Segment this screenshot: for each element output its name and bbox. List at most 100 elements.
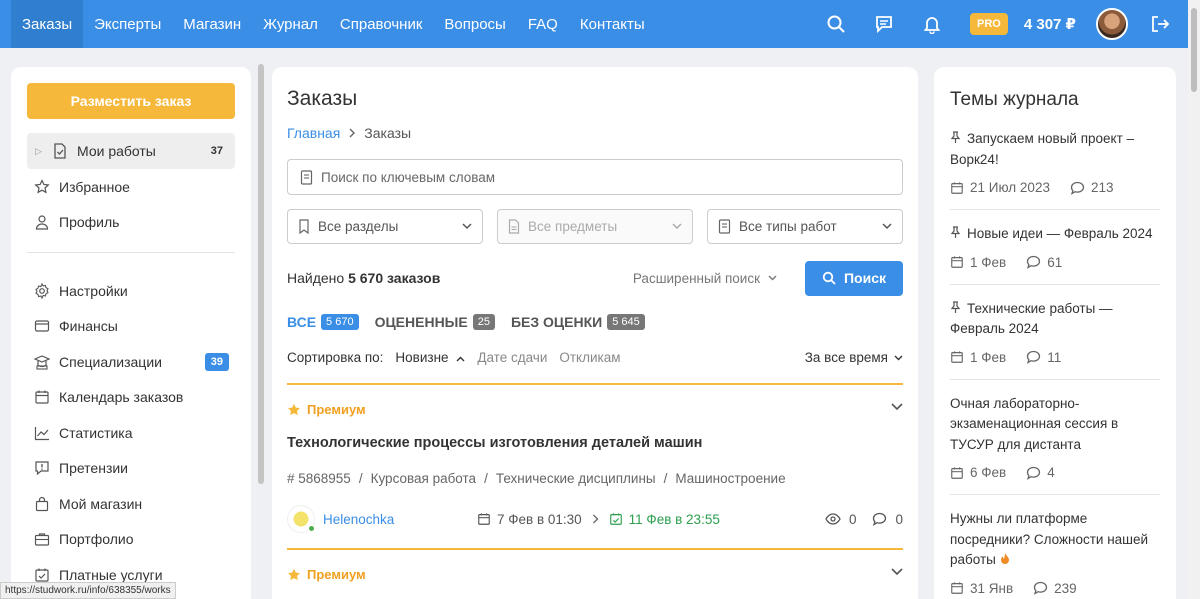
page-title: Заказы — [287, 87, 358, 110]
nav-contacts[interactable]: Контакты — [569, 0, 656, 48]
order-id: # 5868955 — [287, 471, 351, 486]
sidebar-item-calendar[interactable]: Календарь заказов — [27, 380, 235, 416]
pin-icon — [950, 300, 967, 316]
order-stats: 0 0 — [825, 512, 903, 527]
order-dates: 7 Фев в 01:30 11 Фев в 23:55 — [477, 512, 720, 527]
sidebar-item-statistics[interactable]: Статистика — [27, 415, 235, 451]
tab-rated[interactable]: ОЦЕНЕННЫЕ 25 — [375, 314, 495, 330]
sidebar-item-profile[interactable]: Профиль — [27, 205, 235, 241]
topic-comments: 4 — [1026, 465, 1055, 480]
subject-select[interactable]: Все предметы — [497, 209, 693, 244]
order-category: Технические дисциплины — [495, 471, 656, 486]
document-icon — [718, 219, 731, 234]
journal-topic[interactable]: Технические работы — Февраль 2024 1 Фев 11 — [950, 299, 1160, 380]
place-order-button[interactable]: Разместить заказ — [27, 83, 235, 119]
sidebar-item-claims[interactable]: Претензии — [27, 451, 235, 487]
sidebar-scrollbar[interactable] — [257, 60, 265, 599]
search-button[interactable]: Поиск — [805, 260, 903, 296]
calendar-icon — [950, 581, 964, 595]
nav-reference[interactable]: Справочник — [329, 0, 434, 48]
fire-icon — [996, 552, 1010, 567]
logout-icon[interactable] — [1136, 0, 1184, 48]
order-footer: Helenochka 7 Фев в 01:30 11 Фев в 23:55 … — [287, 504, 903, 534]
work-type-select[interactable]: Все типы работ — [707, 209, 903, 244]
bell-icon[interactable] — [908, 0, 956, 48]
chevron-down-icon — [882, 223, 892, 230]
tab-unrated[interactable]: БЕЗ ОЦЕНКИ 5 645 — [511, 314, 645, 330]
section-select-value: Все разделы — [318, 219, 399, 234]
chart-icon — [33, 424, 51, 442]
topic-comments: 11 — [1026, 350, 1061, 365]
chevron-down-icon[interactable] — [891, 568, 903, 576]
journal-topic[interactable]: Запускаем новый проект – Ворк24! 21 Июл 2… — [950, 129, 1160, 210]
sidebar-item-favorites[interactable]: Избранное — [27, 169, 235, 205]
order-card[interactable]: Премиум — [287, 548, 903, 582]
chevron-down-icon[interactable] — [891, 403, 903, 411]
section-select[interactable]: Все разделы — [287, 209, 483, 244]
order-card[interactable]: Премиум Технологические процессы изготов… — [287, 383, 903, 534]
sidebar-item-portfolio[interactable]: Портфолио — [27, 522, 235, 558]
topic-title[interactable]: Технические работы — Февраль 2024 — [950, 299, 1160, 340]
nav-questions[interactable]: Вопросы — [433, 0, 516, 48]
chevron-right-icon — [592, 514, 599, 524]
count-badge: 39 — [204, 352, 229, 371]
pin-icon — [950, 226, 967, 241]
order-title[interactable]: Технологические процессы изготовления де… — [287, 435, 903, 451]
chevron-down-icon — [894, 355, 903, 360]
page-scrollbar[interactable] — [1188, 0, 1200, 599]
sidebar-item-my-shop[interactable]: Мой магазин — [27, 486, 235, 522]
comment-icon — [1026, 466, 1041, 480]
sidebar-item-my-works[interactable]: ▷ Мои работы 37 — [27, 133, 235, 169]
subject-select-value: Все предметы — [528, 219, 618, 234]
journal-topic[interactable]: Новые идеи — Февраль 2024 1 Фев 61 — [950, 224, 1160, 285]
chevron-down-icon — [462, 223, 472, 230]
nav-shop[interactable]: Магазин — [172, 0, 252, 48]
sort-by-deadline[interactable]: Дате сдачи — [477, 350, 547, 365]
responses-count: 0 — [895, 511, 903, 527]
sidebar-item-finance[interactable]: Финансы — [27, 309, 235, 345]
period-select[interactable]: За все время — [805, 350, 903, 365]
topic-title[interactable]: Очная лабораторно-экзаменационная сессия… — [950, 394, 1160, 456]
topic-comments: 61 — [1026, 255, 1062, 270]
status-bar-url: https://studwork.ru/info/638355/works — [0, 582, 176, 599]
search-input[interactable]: Поиск по ключевым словам — [287, 159, 903, 195]
bookmark-icon — [298, 219, 310, 234]
topic-comments: 239 — [1033, 581, 1077, 596]
graduation-icon — [33, 353, 51, 371]
avatar[interactable] — [1096, 8, 1128, 40]
user-link[interactable]: Helenochka — [323, 512, 477, 527]
nav-actions: PRO 4 307 ₽ — [812, 0, 1188, 48]
advanced-search-toggle[interactable]: Расширенный поиск — [633, 271, 777, 286]
nav-experts[interactable]: Эксперты — [83, 0, 172, 48]
messages-icon[interactable] — [860, 0, 908, 48]
search-icon[interactable] — [812, 0, 860, 48]
sidebar-item-settings[interactable]: Настройки — [27, 273, 235, 309]
chevron-down-icon — [768, 275, 777, 281]
calendar-icon — [950, 255, 964, 269]
topic-title[interactable]: Новые идеи — Февраль 2024 — [950, 224, 1160, 245]
premium-badge: Премиум — [287, 402, 903, 417]
topic-date: 1 Фев — [970, 349, 1007, 365]
breadcrumb-home-link[interactable]: Главная — [287, 125, 340, 141]
sidebar-menu: ▷ Мои работы 37 Избранное Профиль Настро… — [27, 133, 235, 593]
topic-title[interactable]: Запускаем новый проект – Ворк24! — [950, 129, 1160, 170]
sort-by-newest[interactable]: Новизне — [395, 350, 465, 365]
sidebar-item-specializations[interactable]: Специализации 39 — [27, 344, 235, 380]
topic-date: 21 Июл 2023 — [970, 180, 1050, 195]
nav-faq[interactable]: FAQ — [517, 0, 569, 48]
journal-topic[interactable]: Нужны ли платформе посредники? Сложности… — [950, 509, 1160, 599]
breadcrumb-current: Заказы — [364, 125, 412, 141]
avatar[interactable] — [287, 505, 315, 533]
tab-all[interactable]: ВСЕ 5 670 — [287, 314, 359, 330]
sidebar-item-label: Профиль — [59, 214, 120, 231]
nav-orders[interactable]: Заказы — [11, 0, 84, 48]
pro-badge[interactable]: PRO — [970, 13, 1008, 35]
topic-date: 31 Янв — [970, 580, 1014, 596]
journal-topic[interactable]: Очная лабораторно-экзаменационная сессия… — [950, 394, 1160, 495]
star-icon — [33, 178, 51, 196]
topic-comments: 213 — [1070, 180, 1114, 195]
balance[interactable]: 4 307 ₽ — [1024, 15, 1076, 33]
nav-journal[interactable]: Журнал — [252, 0, 329, 48]
topic-title[interactable]: Нужны ли платформе посредники? Сложности… — [950, 509, 1160, 571]
sort-by-responses[interactable]: Откликам — [559, 350, 620, 365]
